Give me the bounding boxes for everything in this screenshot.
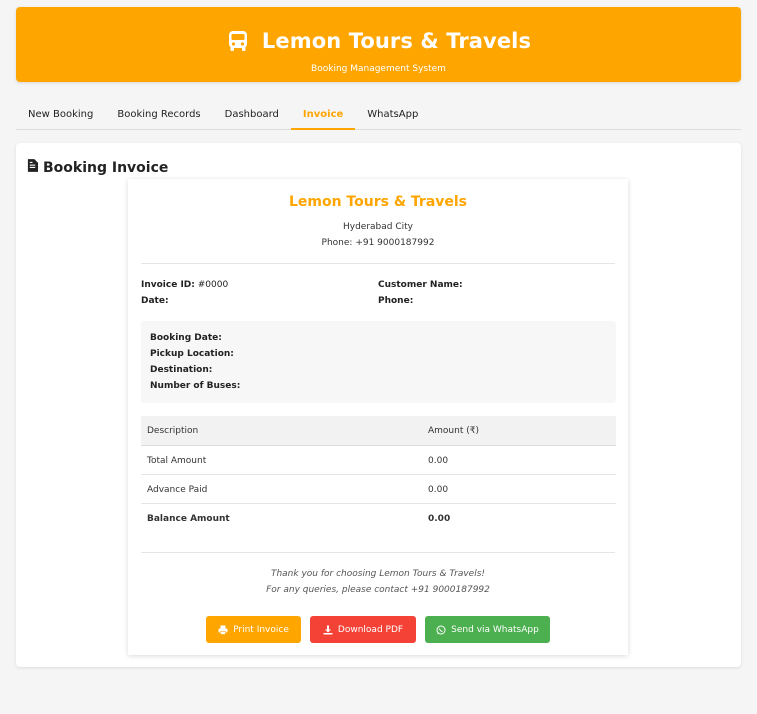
header-amount: Amount (₹)	[428, 426, 479, 436]
app-title: Lemon Tours & Travels	[261, 29, 532, 53]
destination-label: Destination:	[150, 365, 213, 375]
invoice-card: Lemon Tours & Travels Hyderabad City Pho…	[128, 179, 628, 655]
row-description: Total Amount	[147, 456, 207, 466]
customer-phone: Phone:	[378, 296, 413, 306]
print-invoice-label: Print Invoice	[233, 624, 289, 635]
customer-phone-label: Phone:	[378, 296, 414, 306]
tab-dashboard[interactable]: Dashboard	[213, 101, 291, 130]
divider	[141, 552, 615, 553]
table-header: Description Amount (₹)	[141, 416, 616, 446]
send-whatsapp-label: Send via WhatsApp	[451, 624, 539, 635]
download-pdf-label: Download PDF	[337, 624, 404, 635]
app-header: Lemon Tours & Travels Booking Management…	[16, 7, 741, 82]
print-icon	[218, 625, 228, 635]
thank-you-note: Thank you for choosing Lemon Tours & Tra…	[270, 569, 486, 579]
invoice-phone: Phone: +91 9000187992	[321, 238, 435, 248]
contact-note: For any queries, please contact +91 9000…	[266, 585, 490, 595]
tab-booking-records[interactable]: Booking Records	[105, 101, 212, 130]
pickup-location-label: Pickup Location:	[150, 349, 234, 359]
divider	[141, 263, 615, 264]
send-whatsapp-button[interactable]: Send via WhatsApp	[425, 616, 550, 643]
row-description: Balance Amount	[147, 514, 230, 524]
row-amount: 0.00	[428, 456, 449, 466]
invoice-date: Date:	[141, 296, 169, 306]
invoice-id-value: #0000	[197, 280, 229, 290]
amount-table: Description Amount (₹) Total Amount 0.00…	[141, 416, 616, 533]
main-tabs: New Booking Booking Records Dashboard In…	[16, 101, 741, 130]
bus-icon	[226, 29, 250, 53]
table-row: Advance Paid 0.00	[141, 475, 616, 504]
panel-title-text: Booking Invoice	[43, 159, 169, 176]
download-pdf-button[interactable]: Download PDF	[310, 616, 416, 643]
booking-date-label: Booking Date:	[150, 333, 222, 343]
customer-name: Customer Name:	[378, 280, 463, 290]
tab-whatsapp[interactable]: WhatsApp	[355, 101, 430, 130]
booking-details: Booking Date: Pickup Location: Destinati…	[141, 321, 616, 403]
download-icon	[323, 625, 333, 634]
invoice-date-label: Date:	[141, 296, 169, 306]
invoice-id: Invoice ID: #0000	[141, 280, 228, 290]
whatsapp-icon	[436, 625, 446, 634]
header-title-row: Lemon Tours & Travels	[16, 29, 741, 53]
invoice-panel: Booking Invoice Lemon Tours & Travels Hy…	[16, 143, 741, 667]
tab-invoice[interactable]: Invoice	[290, 101, 356, 130]
row-description: Advance Paid	[147, 485, 208, 495]
header-description: Description	[147, 426, 199, 436]
app-subtitle: Booking Management System	[311, 64, 446, 74]
customer-name-label: Customer Name:	[378, 280, 463, 290]
file-invoice-icon	[27, 159, 38, 176]
row-amount: 0.00	[428, 514, 451, 524]
invoice-city: Hyderabad City	[342, 222, 413, 232]
print-invoice-button[interactable]: Print Invoice	[206, 616, 301, 643]
invoice-company: Lemon Tours & Travels	[288, 194, 468, 210]
tab-new-booking[interactable]: New Booking	[16, 101, 105, 130]
panel-title: Booking Invoice	[27, 159, 168, 176]
number-of-buses-label: Number of Buses:	[150, 381, 241, 391]
row-amount: 0.00	[428, 485, 449, 495]
table-row: Total Amount 0.00	[141, 446, 616, 475]
table-row-balance: Balance Amount 0.00	[141, 504, 616, 533]
invoice-id-label: Invoice ID:	[141, 280, 195, 290]
